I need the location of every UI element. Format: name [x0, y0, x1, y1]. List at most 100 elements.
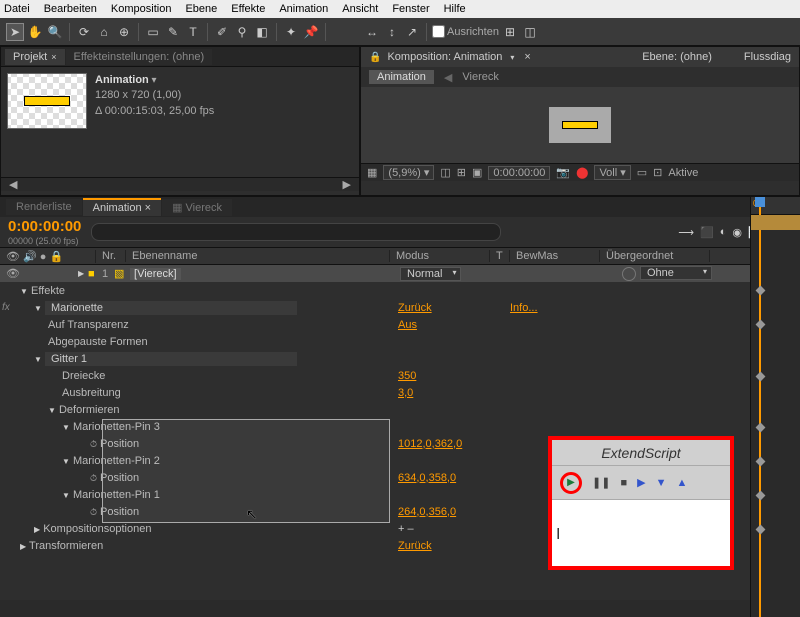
menu-komposition[interactable]: Komposition — [111, 3, 172, 15]
stopwatch-icon[interactable]: ⏱ — [90, 439, 97, 449]
extendscript-panel[interactable]: ExtendScript ▶ ❚❚ ■ ▶ ▼ ▲ — [548, 436, 734, 570]
composition-panel: 🔒 Komposition: Animation▾ × Ebene: (ohne… — [360, 46, 800, 196]
snapshot-icon[interactable]: 📷 — [556, 166, 570, 179]
menu-bearbeiten[interactable]: Bearbeiten — [44, 3, 97, 15]
menu-ansicht[interactable]: Ansicht — [342, 3, 378, 15]
pickwhip-icon[interactable] — [622, 267, 636, 281]
stopwatch-icon[interactable]: ⏱ — [90, 507, 97, 517]
layer-bar[interactable] — [751, 215, 800, 230]
stamp-tool-icon[interactable]: ⚲ — [233, 23, 251, 41]
prop-abgepauste[interactable]: Abgepauste Formen — [0, 333, 800, 350]
prop-marionette[interactable]: fx ▼ Marionette Zurück Info... — [0, 299, 800, 316]
extendscript-console[interactable] — [552, 500, 730, 508]
prop-auf-transparenz[interactable]: Auf TransparenzAus — [0, 316, 800, 333]
tab-animation[interactable]: Animation × — [83, 198, 161, 216]
layer-row[interactable]: 👁 ▶ ■ 1 ▧ [Viereck] Normal Ohne — [0, 265, 800, 282]
step-button[interactable]: ▶ — [637, 476, 645, 489]
resolution-dropdown[interactable]: Voll ▾ — [594, 165, 630, 180]
step-out-button[interactable]: ▲ — [676, 477, 687, 489]
text-tool-icon[interactable]: T — [184, 23, 202, 41]
roto-tool-icon[interactable]: ✦ — [282, 23, 300, 41]
playhead[interactable] — [759, 197, 761, 617]
zoom-dropdown[interactable]: (5,9%) ▾ — [383, 165, 434, 180]
prop-deformieren[interactable]: ▼ Deformieren — [0, 401, 800, 418]
res2-icon[interactable]: ⊞ — [457, 166, 466, 179]
time-display[interactable]: 0:00:00:00 — [488, 166, 550, 180]
res-icon[interactable]: ◫ — [440, 166, 450, 179]
pause-button[interactable]: ❚❚ — [592, 476, 610, 489]
draft3d-icon[interactable]: ⬛ — [700, 226, 714, 239]
axis-z-icon[interactable]: ↗ — [403, 23, 421, 41]
blend-mode-dropdown[interactable]: Normal — [400, 267, 461, 281]
comp-thumbnail[interactable] — [7, 73, 87, 129]
breadcrumb-viereck[interactable]: Viereck — [462, 71, 498, 83]
snap-icon[interactable]: ⊞ — [501, 23, 519, 41]
menu-fenster[interactable]: Fenster — [392, 3, 429, 15]
tab-renderliste[interactable]: Renderliste — [6, 199, 82, 215]
tab-viereck[interactable]: ▦ Viereck — [162, 199, 232, 216]
prop-ausbreitung[interactable]: Ausbreitung3,0 — [0, 384, 800, 401]
breadcrumb-animation[interactable]: Animation — [369, 70, 434, 84]
tab-projekt[interactable]: Projekt× — [5, 49, 65, 65]
rect-tool-icon[interactable]: ▭ — [144, 23, 162, 41]
camera-tool-icon[interactable]: ⌂ — [95, 23, 113, 41]
shy-icon[interactable]: ⟶ — [678, 226, 694, 239]
grid-icon[interactable]: ▦ — [367, 166, 377, 179]
stop-button[interactable]: ■ — [620, 477, 627, 489]
composition-viewer[interactable] — [361, 87, 799, 163]
zoom-tool-icon[interactable]: 🔍 — [46, 23, 64, 41]
view-icon[interactable]: ▭ — [637, 166, 647, 179]
info-link[interactable]: Info... — [510, 302, 538, 314]
keyframe-icon[interactable] — [756, 423, 766, 433]
divider — [207, 23, 208, 41]
channel-icon[interactable]: ⬤ — [576, 166, 588, 179]
current-timecode[interactable]: 0:00:00:00 — [8, 218, 81, 235]
timecode-sub: 00000 (25.00 fps) — [8, 236, 81, 246]
keyframe-icon[interactable] — [756, 286, 766, 296]
brush-tool-icon[interactable]: ✐ — [213, 23, 231, 41]
menu-datei[interactable]: Datei — [4, 3, 30, 15]
stopwatch-icon[interactable]: ⏱ — [90, 473, 97, 483]
parent-dropdown[interactable]: Ohne — [640, 266, 712, 280]
snap2-icon[interactable]: ◫ — [521, 23, 539, 41]
reset-link[interactable]: Zurück — [398, 302, 432, 314]
motion-blur-icon[interactable]: ◉ — [732, 226, 742, 239]
play-button[interactable]: ▶ — [560, 472, 582, 494]
ausrichten-label: Ausrichten — [447, 26, 499, 38]
ausrichten-checkbox[interactable] — [432, 25, 445, 38]
keyframe-icon[interactable] — [756, 320, 766, 330]
timeline-columns: 👁 🔊 ● 🔒 Nr. Ebenenname Modus T BewMas Üb… — [0, 247, 800, 265]
puppet-tool-icon[interactable]: 📌 — [302, 23, 320, 41]
axis-y-icon[interactable]: ↕ — [383, 23, 401, 41]
region-icon[interactable]: ⊡ — [653, 166, 662, 179]
eraser-tool-icon[interactable]: ◧ — [253, 23, 271, 41]
rotate-tool-icon[interactable]: ⟳ — [75, 23, 93, 41]
axis-x-icon[interactable]: ↔ — [363, 23, 381, 41]
prop-gitter[interactable]: ▼ Gitter 1 — [0, 350, 800, 367]
timeline-tracks[interactable]: 0s — [750, 197, 800, 617]
project-scrollbar[interactable]: ◀▶ — [1, 177, 359, 191]
hand-tool-icon[interactable]: ✋ — [26, 23, 44, 41]
prop-dreiecke[interactable]: Dreiecke350 — [0, 367, 800, 384]
menu-effekte[interactable]: Effekte — [231, 3, 265, 15]
mask-icon[interactable]: ▣ — [472, 166, 482, 179]
step-into-button[interactable]: ▼ — [656, 477, 667, 489]
timeline-search[interactable] — [91, 223, 501, 241]
tab-effekteinstellungen[interactable]: Effekteinstellungen: (ohne) — [66, 49, 213, 65]
flussdiag-label[interactable]: Flussdiag — [744, 51, 791, 63]
pan-behind-tool-icon[interactable]: ⊕ — [115, 23, 133, 41]
pen-tool-icon[interactable]: ✎ — [164, 23, 182, 41]
close-icon[interactable]: × — [524, 51, 530, 63]
menu-hilfe[interactable]: Hilfe — [444, 3, 466, 15]
selection-tool-icon[interactable]: ➤ — [6, 23, 24, 41]
prop-effekte[interactable]: ▼ Effekte — [0, 282, 800, 299]
menu-animation[interactable]: Animation — [279, 3, 328, 15]
aktive-label[interactable]: Aktive — [668, 167, 698, 179]
keyframe-icon[interactable] — [756, 372, 766, 382]
keyframe-icon[interactable] — [756, 457, 766, 467]
keyframe-icon[interactable] — [756, 525, 766, 535]
frame-blend-icon[interactable]: ◐ — [720, 226, 727, 239]
menu-ebene[interactable]: Ebene — [185, 3, 217, 15]
lock-icon[interactable]: 🔒 — [369, 52, 381, 63]
keyframe-icon[interactable] — [756, 491, 766, 501]
